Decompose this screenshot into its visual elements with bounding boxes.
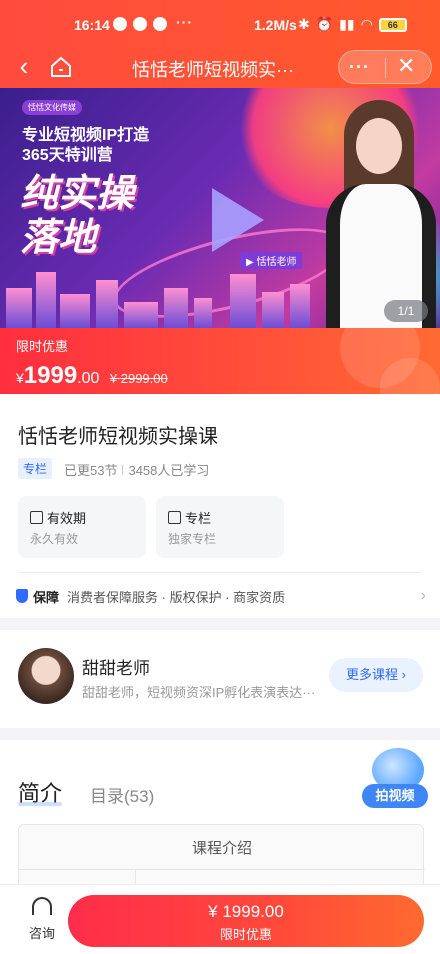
battery-icon: 66: [378, 17, 407, 32]
guarantee-items: 消费者保障服务 · 版权保护 · 商家资质: [67, 589, 286, 605]
course-meta: 已更53节 3458人已学习: [64, 460, 209, 479]
status-time: 16:14: [74, 17, 110, 33]
mini-program-capsule: ··· ✕: [338, 50, 432, 84]
guarantee-row[interactable]: 保障 消费者保障服务 · 版权保护 · 商家资质 ›: [16, 586, 426, 606]
top-bar: 16:14 ··· 1.2M/s ✱ ⏰ ▮▮ ◠ 66 ‹ 恬恬老师短视频实·…: [0, 0, 440, 88]
headset-icon: [32, 897, 52, 915]
column-title: 专栏: [185, 511, 212, 526]
more-courses-button[interactable]: 更多课程 ›: [329, 658, 423, 692]
app-notification-icon: [113, 17, 127, 31]
intro-section: 简介 目录(53) 拍视频 课程介绍: [0, 740, 440, 895]
tab-catalog[interactable]: 目录(53): [90, 782, 154, 807]
column-box: 专栏 独家专栏: [156, 496, 284, 558]
bluetooth-icon: ✱: [298, 16, 310, 32]
column-tag: 专栏: [18, 458, 53, 479]
table-line: [19, 869, 425, 870]
meta-divider: [122, 465, 124, 475]
more-dots-icon[interactable]: ···: [349, 57, 370, 78]
teacher-description: 甜甜老师，短视频资深IP孵化表演表达···: [82, 685, 316, 700]
consult-label: 咨询: [28, 926, 55, 941]
column-heading: 专栏: [168, 508, 211, 527]
learner-count: 3458人已学习: [128, 463, 210, 478]
validity-box: 有效期 永久有效: [18, 496, 146, 558]
column-value: 独家专栏: [168, 532, 217, 546]
close-icon[interactable]: ✕: [397, 53, 415, 79]
promo-label: 限时优惠: [16, 339, 69, 354]
price-band: 限时优惠 ¥1999.00 ¥ 2999.00: [0, 328, 440, 394]
bookmark-icon: [168, 511, 181, 524]
price-decimal: .00: [77, 370, 100, 387]
banner-big-line1: 纯实操: [20, 173, 135, 215]
bottom-action-bar: 咨询 ¥ 1999.00 限时优惠: [0, 884, 440, 954]
banner-headline: 专业短视频IP打造 365天特训营: [22, 126, 149, 166]
tab-intro[interactable]: 简介: [18, 776, 62, 808]
teacher-name: 甜甜老师: [82, 659, 150, 678]
shoot-video-float-button[interactable]: 拍视频: [362, 748, 428, 810]
intro-table-header: 课程介绍: [191, 840, 252, 857]
network-speed: 1.2M/s: [254, 17, 297, 33]
status-system-icons: ✱ ⏰ ▮▮ ◠ 66: [298, 16, 407, 33]
signal-icon: ▮▮: [339, 16, 355, 32]
buy-price: ¥ 1999.00: [208, 902, 284, 921]
buy-label: 限时优惠: [219, 927, 272, 942]
original-price: ¥ 2999.00: [109, 371, 168, 386]
updated-count: 已更53节: [64, 463, 118, 478]
alarm-icon: ⏰: [315, 16, 334, 32]
banner-big-line2: 落地: [20, 217, 97, 259]
course-title: 恬恬老师短视频实操课: [18, 426, 218, 448]
guarantee-label: 保障: [33, 589, 60, 605]
nav-bar: ‹ 恬恬老师短视频实··· ··· ✕: [0, 48, 440, 88]
currency-symbol: ¥: [16, 370, 24, 386]
status-bar: 16:14 ··· 1.2M/s ✱ ⏰ ▮▮ ◠ 66: [0, 0, 440, 48]
current-price: ¥1999.00 ¥ 2999.00: [16, 362, 168, 390]
cloud-icon: [133, 17, 147, 31]
consult-button[interactable]: 咨询: [22, 897, 62, 947]
validity-heading: 有效期: [30, 508, 86, 527]
teacher-card[interactable]: 甜甜老师 甜甜老师，短视频资深IP孵化表演表达··· 更多课程 ›: [0, 630, 440, 728]
teacher-photo: [322, 100, 440, 328]
city-skyline: [0, 258, 320, 328]
course-banner[interactable]: 恬恬文化传媒 专业短视频IP打造 365天特训营 纯实操 落地 ▶ 恬恬老师 1…: [0, 88, 440, 328]
validity-value: 永久有效: [30, 532, 79, 546]
chevron-right-icon: ›: [420, 587, 426, 604]
validity-title: 有效期: [47, 511, 87, 526]
avatar[interactable]: [18, 648, 74, 704]
app-badge-icon: [153, 17, 167, 31]
banner-big-text: 纯实操 落地: [20, 172, 134, 260]
home-icon[interactable]: [48, 54, 74, 80]
shoot-video-label: 拍视频: [362, 784, 428, 808]
capsule-divider: [385, 58, 386, 78]
banner-headline-line1: 专业短视频IP打造: [22, 127, 150, 144]
buy-button[interactable]: ¥ 1999.00 限时优惠: [68, 895, 424, 947]
chevron-left-icon[interactable]: ‹: [10, 50, 38, 82]
shield-icon: [16, 589, 28, 603]
price-integer: 1999: [23, 362, 78, 389]
banner-headline-line2: 365天特训营: [22, 147, 113, 164]
divider: [18, 572, 422, 573]
wifi-icon: ◠: [360, 16, 373, 32]
page-title: 恬恬老师短视频实···: [132, 60, 294, 80]
course-info-card: 恬恬老师短视频实操课 专栏 已更53节 3458人已学习 有效期 永久有效 专栏 …: [0, 394, 440, 618]
status-app-icons: [113, 17, 167, 31]
calendar-icon: [30, 511, 43, 524]
play-triangle-icon: [212, 188, 264, 252]
banner-pager: 1/1: [384, 300, 428, 322]
brand-tag: 恬恬文化传媒: [22, 100, 82, 115]
status-more: ···: [176, 14, 193, 30]
